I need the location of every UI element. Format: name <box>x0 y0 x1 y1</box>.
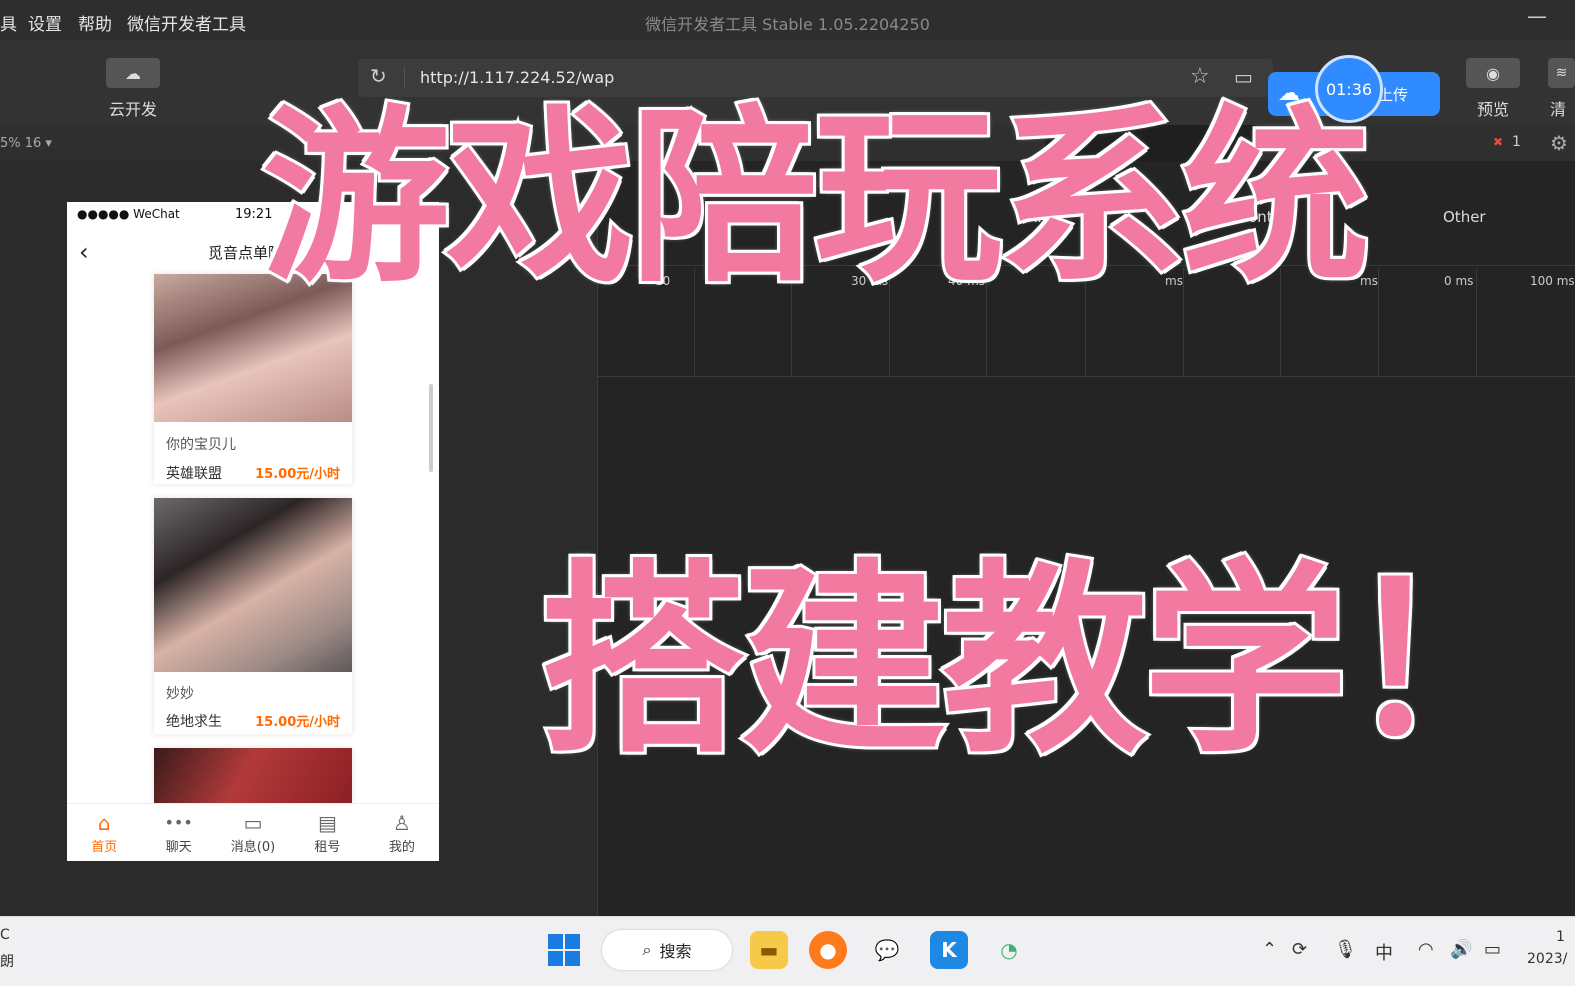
chevron-up-icon[interactable]: ⌃ <box>1262 939 1277 960</box>
minimize-icon[interactable]: — <box>1527 4 1547 28</box>
url-divider <box>404 67 405 89</box>
timeline-gridline <box>1476 268 1477 376</box>
wifi-icon[interactable]: ◠ <box>1418 939 1434 960</box>
tab-home[interactable]: ⌂ 首页 <box>67 804 141 861</box>
player-card[interactable]: 妙妙 绝地求生 15.00元/小时 <box>154 498 352 734</box>
cloud-button[interactable]: ☁ <box>106 58 160 88</box>
home-icon: ⌂ <box>97 811 111 835</box>
preview-button[interactable]: ◉ <box>1466 58 1520 88</box>
player-name: 妙妙 <box>166 686 194 702</box>
windows-start-icon[interactable] <box>548 934 580 966</box>
carrier-label: ●●●●● WeChat <box>77 207 180 221</box>
scrollbar[interactable] <box>429 384 433 472</box>
timeline-tick: 0 ms <box>1444 274 1474 288</box>
tab-chat[interactable]: ••• 聊天 <box>141 804 215 861</box>
cloud-label: 云开发 <box>108 100 157 119</box>
eye-icon: ◉ <box>1486 63 1500 83</box>
battery-icon[interactable]: ▭ <box>1484 939 1501 960</box>
clear-button[interactable]: ≋ <box>1548 58 1575 88</box>
ime-indicator[interactable]: 中 <box>1375 939 1393 965</box>
tab-label: 我的 <box>388 840 415 855</box>
star-icon[interactable]: ☆ <box>1190 64 1210 89</box>
filter-other[interactable]: Other <box>1443 208 1486 226</box>
tab-label: 消息(0) <box>230 840 276 855</box>
taskbar: C 朗 ⌕ 搜索 ▬ ● 💬 K ◔ ⌃ ⟳ 🎙 中 ◠ 🔊 ▭ 1 2023/ <box>0 916 1575 986</box>
microphone-icon[interactable]: 🎙 <box>1334 939 1357 960</box>
timeline-gridline <box>1378 268 1379 376</box>
player-photo <box>154 498 352 672</box>
clock-time[interactable]: 1 <box>1556 929 1565 945</box>
tab-messages[interactable]: ▭ 消息(0) <box>216 804 290 861</box>
gear-icon[interactable]: ⚙ <box>1550 131 1568 155</box>
search-label: 搜索 <box>659 942 692 961</box>
clock-date[interactable]: 2023/ <box>1527 951 1567 967</box>
player-card[interactable] <box>154 748 352 804</box>
error-icon: ✖ <box>1493 135 1504 149</box>
user-icon: ♙ <box>392 811 411 835</box>
preview-label: 预览 <box>1476 100 1509 119</box>
player-game: 绝地求生 <box>166 714 222 730</box>
timeline-tick: 100 ms <box>1530 274 1575 288</box>
wechat-icon[interactable]: 💬 <box>868 931 906 969</box>
cloud-icon: ☁ <box>125 63 141 83</box>
tab-label: 首页 <box>91 840 118 855</box>
volume-icon[interactable]: 🔊 <box>1450 939 1472 960</box>
overlay-title: 游戏陪玩系统 <box>259 89 1373 308</box>
taskbar-search[interactable]: ⌕ 搜索 <box>602 930 732 970</box>
url-text[interactable]: http://1.117.224.52/wap <box>420 68 614 87</box>
file-explorer-icon[interactable]: ▬ <box>750 931 788 969</box>
layers-icon: ≋ <box>1555 65 1568 81</box>
overlay-subtitle: 搭建教学！ <box>537 543 1552 781</box>
refresh-icon[interactable]: ↻ <box>370 64 387 88</box>
clear-label: 清 <box>1550 100 1567 119</box>
chat-dots-icon: ••• <box>164 813 193 832</box>
weather-partial: C <box>0 927 10 943</box>
tab-label: 聊天 <box>165 840 192 855</box>
tab-label: 租号 <box>314 840 341 855</box>
player-game: 英雄联盟 <box>166 466 222 482</box>
message-icon: ▭ <box>243 811 263 835</box>
player-photo <box>154 748 352 804</box>
sync-icon[interactable]: ⟳ <box>1292 939 1307 960</box>
timeline-divider <box>598 376 1575 377</box>
phone-tab-bar: ⌂ 首页 ••• 聊天 ▭ 消息(0) ▤ 租号 ♙ 我的 <box>67 803 439 861</box>
title-bar: 具 设置 帮助 微信开发者工具 微信开发者工具 Stable 1.05.2204… <box>0 0 1575 40</box>
folder-icon[interactable]: ▭ <box>1234 65 1253 89</box>
k-app-icon[interactable]: K <box>930 931 968 969</box>
error-count[interactable]: 1 <box>1512 134 1521 150</box>
window-title: 微信开发者工具 Stable 1.05.2204250 <box>645 15 930 34</box>
zoom-select[interactable]: 5% 16 ▾ <box>0 136 52 151</box>
tab-mine[interactable]: ♙ 我的 <box>365 804 439 861</box>
firefox-icon[interactable]: ● <box>809 931 847 969</box>
document-icon: ▤ <box>317 811 337 835</box>
weather-partial-2: 朗 <box>0 954 14 970</box>
tab-rent-account[interactable]: ▤ 租号 <box>290 804 364 861</box>
search-icon: ⌕ <box>642 940 652 959</box>
player-price: 15.00元/小时 <box>255 715 340 730</box>
wechat-devtools-icon[interactable]: ◔ <box>990 931 1028 969</box>
player-name: 你的宝贝儿 <box>166 437 236 453</box>
player-price: 15.00元/小时 <box>255 467 340 482</box>
